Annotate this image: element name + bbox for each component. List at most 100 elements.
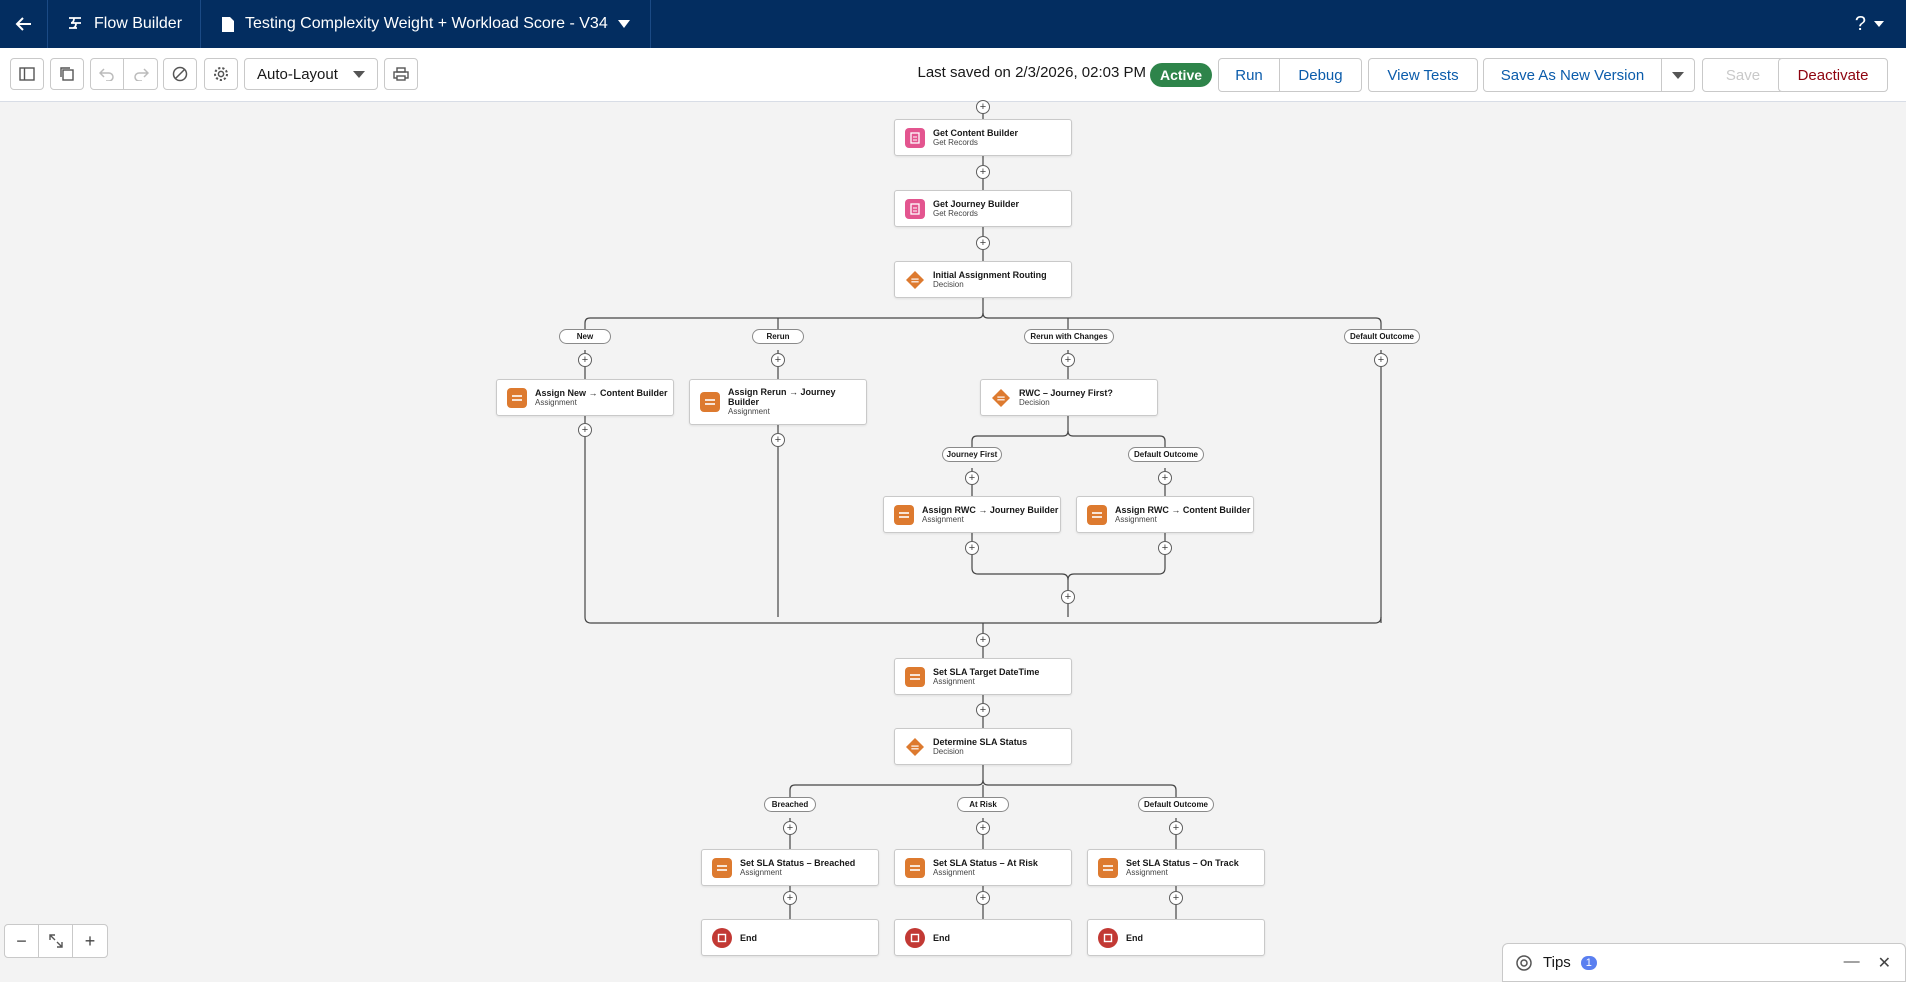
node-set-sla-status-at-risk[interactable]: Set SLA Status – At Risk Assignment xyxy=(894,849,1072,886)
zoom-in-button[interactable]: + xyxy=(73,925,107,957)
node-get-content-builder[interactable]: Get Content Builder Get Records xyxy=(894,119,1072,156)
node-determine-sla-status[interactable]: Determine SLA Status Decision xyxy=(894,728,1072,765)
add-element-button[interactable]: + xyxy=(976,236,990,250)
debug-button[interactable]: Debug xyxy=(1279,58,1362,92)
chevron-down-icon xyxy=(1672,71,1684,79)
add-element-button[interactable]: + xyxy=(976,100,990,114)
add-element-button[interactable]: + xyxy=(965,471,979,485)
app-header: Flow Builder Testing Complexity Weight +… xyxy=(0,0,1906,48)
branch-label-breached[interactable]: Breached xyxy=(764,797,816,812)
save-button[interactable]: Save xyxy=(1702,58,1784,92)
add-element-button[interactable]: + xyxy=(976,165,990,179)
node-type: Assignment xyxy=(535,397,577,407)
node-title: Determine SLA Status xyxy=(933,736,1028,747)
back-button[interactable] xyxy=(0,0,48,48)
node-set-sla-status-breached[interactable]: Set SLA Status – Breached Assignment xyxy=(701,849,879,886)
add-element-button[interactable]: + xyxy=(578,353,592,367)
document-icon xyxy=(222,16,235,32)
copy-icon xyxy=(60,67,74,81)
flow-canvas[interactable]: + + + + + + + + + + + + + + + + + + + + … xyxy=(0,100,1906,982)
node-type: Decision xyxy=(933,746,964,756)
add-element-button[interactable]: + xyxy=(1061,353,1075,367)
undo-icon xyxy=(99,68,114,81)
app-brand: Flow Builder xyxy=(48,0,202,48)
branch-label-default-outcome[interactable]: Default Outcome xyxy=(1344,329,1420,344)
node-type: Assignment xyxy=(933,676,975,686)
stop-icon xyxy=(905,927,925,948)
node-assign-new-content-builder[interactable]: Assign New → Content Builder Assignment xyxy=(496,379,674,416)
redo-button[interactable] xyxy=(124,58,158,90)
node-title: RWC – Journey First? xyxy=(1019,387,1113,398)
flow-icon xyxy=(69,17,81,29)
node-title: Set SLA Status – Breached xyxy=(740,857,856,868)
save-as-new-version-button[interactable]: Save As New Version xyxy=(1483,58,1662,92)
add-element-button[interactable]: + xyxy=(783,821,797,835)
add-element-button[interactable]: + xyxy=(965,541,979,555)
add-element-button[interactable]: + xyxy=(976,633,990,647)
flow-title-menu[interactable]: Testing Complexity Weight + Workload Sco… xyxy=(201,0,651,48)
add-element-button[interactable]: + xyxy=(1158,541,1172,555)
save-options-menu-button[interactable] xyxy=(1661,58,1695,92)
branch-label-rerun-with-changes[interactable]: Rerun with Changes xyxy=(1024,329,1114,344)
branch-label-journey-first[interactable]: Journey First xyxy=(942,447,1002,462)
view-tests-button[interactable]: View Tests xyxy=(1368,58,1478,92)
add-element-button[interactable]: + xyxy=(1374,353,1388,367)
print-button[interactable] xyxy=(384,58,418,90)
help-menu[interactable]: ? xyxy=(1855,0,1884,48)
node-end[interactable]: End xyxy=(894,919,1072,956)
decision-icon xyxy=(905,270,925,290)
errors-button[interactable] xyxy=(163,58,197,90)
get-records-icon xyxy=(905,198,925,219)
deactivate-button[interactable]: Deactivate xyxy=(1778,58,1888,92)
toggle-toolbox-button[interactable] xyxy=(10,58,44,90)
node-assign-rwc-journey-builder[interactable]: Assign RWC → Journey Builder Assignment xyxy=(883,496,1061,533)
close-icon[interactable]: ✕ xyxy=(1878,953,1891,973)
node-type: Get Records xyxy=(933,208,978,218)
node-type: Assignment xyxy=(933,867,975,877)
assignment-icon xyxy=(507,387,527,408)
zoom-out-button[interactable]: − xyxy=(5,925,39,957)
minimize-icon[interactable]: — xyxy=(1844,953,1860,973)
branch-label-new[interactable]: New xyxy=(559,329,611,344)
node-initial-assignment-routing[interactable]: Initial Assignment Routing Decision xyxy=(894,261,1072,298)
node-type: Assignment xyxy=(728,407,770,416)
add-element-button[interactable]: + xyxy=(1169,821,1183,835)
add-element-button[interactable]: + xyxy=(771,433,785,447)
node-title: Initial Assignment Routing xyxy=(933,269,1047,280)
undo-button[interactable] xyxy=(90,58,124,90)
minus-icon: − xyxy=(16,930,27,951)
node-rwc-journey-first[interactable]: RWC – Journey First? Decision xyxy=(980,379,1158,416)
add-element-button[interactable]: + xyxy=(976,703,990,717)
node-assign-rerun-journey-builder[interactable]: Assign Rerun → Journey Builder Assignment xyxy=(689,379,867,425)
toggle-panel-button[interactable] xyxy=(50,58,84,90)
node-assign-rwc-content-builder[interactable]: Assign RWC → Content Builder Assignment xyxy=(1076,496,1254,533)
add-element-button[interactable]: + xyxy=(1169,891,1183,905)
tips-count-badge: 1 xyxy=(1580,955,1597,970)
layout-mode-select[interactable]: Auto-Layout xyxy=(244,58,378,90)
run-button[interactable]: Run xyxy=(1218,58,1280,92)
branch-label-rerun[interactable]: Rerun xyxy=(752,329,804,344)
add-element-button[interactable]: + xyxy=(976,821,990,835)
node-end[interactable]: End xyxy=(701,919,879,956)
settings-button[interactable] xyxy=(204,58,238,90)
last-saved-text: Last saved on 2/3/2026, 02:03 PM xyxy=(917,64,1147,81)
panel-icon xyxy=(19,67,35,81)
chevron-down-icon xyxy=(617,20,630,28)
tips-panel[interactable]: Tips 1 — ✕ xyxy=(1502,943,1906,982)
branch-label-default-outcome[interactable]: Default Outcome xyxy=(1128,447,1204,462)
node-type: Assignment xyxy=(922,514,964,524)
node-set-sla-target-datetime[interactable]: Set SLA Target DateTime Assignment xyxy=(894,658,1072,695)
node-end[interactable]: End xyxy=(1087,919,1265,956)
branch-label-at-risk[interactable]: At Risk xyxy=(957,797,1009,812)
add-element-button[interactable]: + xyxy=(578,423,592,437)
node-set-sla-status-on-track[interactable]: Set SLA Status – On Track Assignment xyxy=(1087,849,1265,886)
add-element-button[interactable]: + xyxy=(771,353,785,367)
add-element-button[interactable]: + xyxy=(1158,471,1172,485)
branch-label-default-outcome[interactable]: Default Outcome xyxy=(1138,797,1214,812)
add-element-button[interactable]: + xyxy=(783,891,797,905)
add-element-button[interactable]: + xyxy=(1061,590,1075,604)
fit-view-button[interactable] xyxy=(39,925,73,957)
node-get-journey-builder[interactable]: Get Journey Builder Get Records xyxy=(894,190,1072,227)
add-element-button[interactable]: + xyxy=(976,891,990,905)
arrow-left-icon xyxy=(15,17,31,31)
